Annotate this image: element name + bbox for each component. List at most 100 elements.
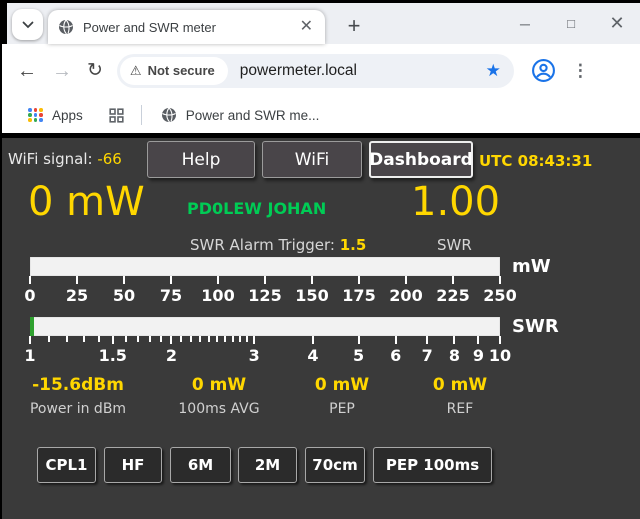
- dashboard-button[interactable]: Dashboard: [369, 141, 473, 178]
- utc-clock: UTC 08:43:31: [479, 152, 592, 170]
- forward-icon[interactable]: →: [52, 61, 72, 81]
- tick-label: 125: [248, 286, 281, 305]
- readout-ref-label: REF: [385, 401, 535, 417]
- callsign: PD0LEW JOHAN: [187, 199, 326, 218]
- tick-mark-minor: [232, 336, 234, 342]
- page-content: WiFi signal: -66 Help WiFi Dashboard UTC…: [0, 133, 640, 519]
- tick-label: 175: [342, 286, 375, 305]
- readout-dbm-label: Power in dBm: [3, 401, 153, 417]
- page-top-strip: [0, 133, 640, 138]
- tick-label: 1: [24, 346, 35, 365]
- swr-meter-unit: SWR: [512, 316, 559, 337]
- readout-dbm-value: -15.6dBm: [3, 375, 153, 395]
- tick-label: 2: [166, 346, 177, 365]
- tick-mark: [311, 276, 313, 284]
- tick-label: 0: [24, 286, 35, 305]
- power-meter-unit: mW: [512, 256, 551, 277]
- tick-mark-minor: [149, 336, 151, 342]
- apps-label[interactable]: Apps: [52, 108, 83, 123]
- tick-mark: [217, 276, 219, 284]
- power-meter-ticks: [30, 276, 500, 285]
- tick-label: 6: [390, 346, 401, 365]
- tick-mark: [253, 336, 255, 344]
- tick-label: 25: [66, 286, 88, 305]
- back-icon[interactable]: ←: [17, 61, 37, 81]
- wifi-signal-label: WiFi signal:: [8, 150, 97, 168]
- tick-mark: [170, 336, 172, 344]
- power-meter-bar: [30, 257, 500, 276]
- tick-mark: [29, 336, 31, 344]
- tick-mark-minor: [48, 336, 50, 342]
- tick-mark: [453, 336, 455, 344]
- tick-mark: [29, 276, 31, 284]
- band-button-cpl1[interactable]: CPL1: [37, 447, 96, 483]
- tick-mark-minor: [180, 336, 182, 342]
- tick-mark: [358, 276, 360, 284]
- tick-mark-minor: [224, 336, 226, 342]
- tick-label: 50: [113, 286, 135, 305]
- window-controls: ─ □ ✕: [502, 3, 640, 44]
- tick-mark: [312, 336, 314, 344]
- tick-label: 200: [389, 286, 422, 305]
- tick-mark-minor: [98, 336, 100, 342]
- menu-dots-icon[interactable]: ⋮: [572, 61, 589, 81]
- tick-label: 8: [449, 346, 460, 365]
- profile-icon[interactable]: [531, 58, 556, 83]
- band-button-hf[interactable]: HF: [104, 447, 162, 483]
- tick-mark-minor: [199, 336, 201, 342]
- tick-mark-minor: [160, 336, 162, 342]
- tick-mark: [395, 336, 397, 344]
- tab-close-icon[interactable]: ✕: [298, 19, 315, 35]
- swr-alarm-label: SWR Alarm Trigger:: [190, 236, 340, 254]
- tick-label: 4: [307, 346, 318, 365]
- band-button-6m[interactable]: 6M: [170, 447, 231, 483]
- swr-readout-main: 1.00: [411, 182, 500, 222]
- band-button-70cm[interactable]: 70cm: [305, 447, 365, 483]
- chevron-down-icon: [22, 16, 34, 34]
- bookmark-label: Power and SWR me...: [186, 108, 320, 123]
- band-button-pep100ms[interactable]: PEP 100ms: [373, 447, 492, 483]
- readout-dbm: -15.6dBm Power in dBm: [3, 375, 153, 417]
- tick-label: 100: [201, 286, 234, 305]
- tick-mark-minor: [66, 336, 68, 342]
- swr-meter-fill: [30, 317, 34, 336]
- tick-mark: [112, 336, 114, 344]
- browser-tab[interactable]: Power and SWR meter ✕: [48, 10, 325, 44]
- wifi-signal: WiFi signal: -66: [8, 150, 122, 168]
- tick-mark: [264, 276, 266, 284]
- band-button-2m[interactable]: 2M: [238, 447, 297, 483]
- close-icon[interactable]: ✕: [594, 3, 640, 44]
- help-button[interactable]: Help: [147, 141, 255, 178]
- bookmark-star-icon[interactable]: ★: [486, 61, 501, 81]
- wifi-button[interactable]: WiFi: [262, 141, 362, 178]
- swr-meter-tick-labels: 11.52345678910: [30, 346, 500, 364]
- tab-title: Power and SWR meter: [83, 20, 298, 35]
- globe-icon: [161, 107, 177, 123]
- bookmarks-bar: Apps Power and SWR me...: [2, 97, 640, 133]
- tick-mark-minor: [246, 336, 248, 342]
- tick-mark: [426, 336, 428, 344]
- tick-mark: [499, 336, 501, 344]
- tick-mark: [452, 276, 454, 284]
- tick-mark: [76, 276, 78, 284]
- swr-caption: SWR: [437, 236, 472, 254]
- reload-icon[interactable]: ↻: [87, 61, 103, 80]
- apps-grid-icon[interactable]: [28, 108, 43, 122]
- minimize-icon[interactable]: ─: [502, 3, 548, 44]
- swr-alarm-trigger: SWR Alarm Trigger: 1.5: [190, 236, 366, 254]
- tick-label: 150: [295, 286, 328, 305]
- tick-mark-minor: [83, 336, 85, 342]
- tick-mark-minor: [216, 336, 218, 342]
- tick-label: 1.5: [99, 346, 127, 365]
- tab-groups-icon[interactable]: [109, 108, 124, 123]
- maximize-icon[interactable]: □: [548, 3, 594, 44]
- tick-label: 250: [483, 286, 516, 305]
- new-tab-button[interactable]: +: [339, 11, 369, 41]
- bookmark-item[interactable]: Power and SWR me...: [161, 107, 320, 123]
- tick-mark-minor: [208, 336, 210, 342]
- address-bar[interactable]: ⚠ Not secure powermeter.local ★: [117, 54, 514, 88]
- tab-search-button[interactable]: [12, 9, 43, 40]
- tick-mark: [170, 276, 172, 284]
- security-chip[interactable]: ⚠ Not secure: [120, 57, 228, 85]
- tick-mark-minor: [190, 336, 192, 342]
